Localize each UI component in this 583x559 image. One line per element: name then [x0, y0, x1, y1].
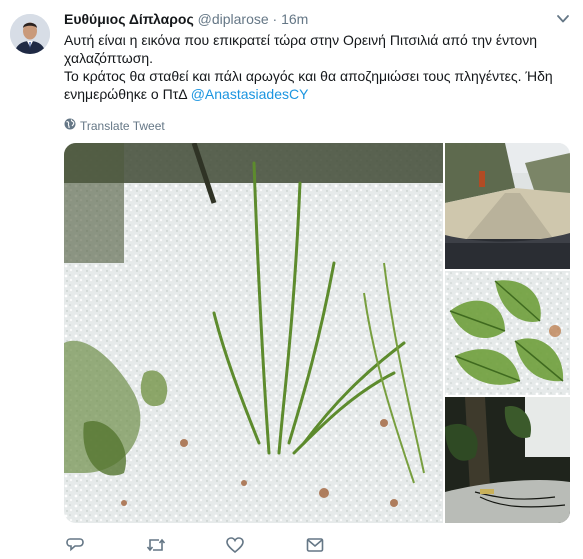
chevron-down-icon[interactable] — [556, 12, 570, 24]
translate-tweet-link[interactable]: Translate Tweet — [64, 118, 165, 133]
tweet-text-line: Το κράτος θα σταθεί και πάλι αρωγός και … — [64, 67, 569, 103]
header-separator: · — [272, 11, 278, 27]
avatar-photo — [10, 14, 50, 54]
tweet-text-line: Αυτή είναι η εικόνα που επικρατεί τώρα σ… — [64, 32, 538, 66]
author-handle[interactable]: @diplarose — [198, 11, 269, 27]
globe-icon — [64, 118, 76, 133]
reply-icon[interactable] — [66, 536, 86, 554]
retweet-icon[interactable] — [146, 536, 166, 554]
author-name[interactable]: Ευθύμιος Δίπλαρος — [64, 11, 194, 27]
tweet-actions — [64, 536, 334, 554]
media-photo-hail-ground[interactable] — [64, 143, 443, 523]
avatar[interactable] — [10, 14, 50, 54]
tweet-time[interactable]: 16m — [281, 11, 308, 27]
media-photo-tree[interactable] — [445, 397, 570, 523]
tweet-header: Ευθύμιος Δίπλαρος @diplarose · 16m — [64, 11, 308, 27]
message-icon[interactable] — [306, 536, 326, 554]
tweet: Ευθύμιος Δίπλαρος @diplarose · 16m Αυτή … — [0, 0, 583, 554]
media-photo-leaves[interactable] — [445, 271, 570, 395]
media-photo-road[interactable] — [445, 143, 570, 269]
tweet-text: Αυτή είναι η εικόνα που επικρατεί τώρα σ… — [64, 31, 569, 103]
mention-link[interactable]: @AnastasiadesCY — [191, 86, 309, 102]
media-grid — [64, 143, 570, 523]
translate-label: Translate Tweet — [80, 118, 165, 133]
like-icon[interactable] — [226, 536, 246, 554]
